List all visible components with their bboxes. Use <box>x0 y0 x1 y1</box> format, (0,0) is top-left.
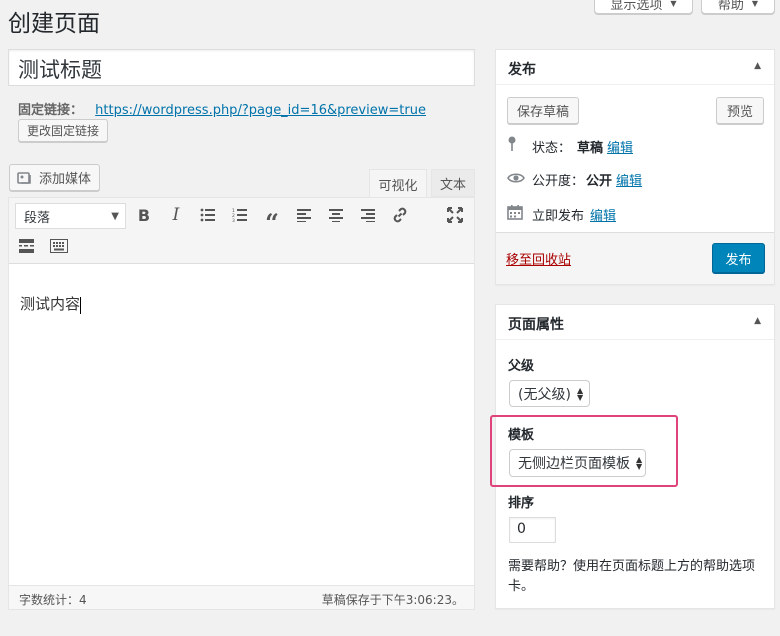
visibility-row: 公开度： 公开 编辑 <box>507 170 642 189</box>
editor-status-bar: 字数统计：4 草稿保存于下午3:06:23。 <box>9 585 474 609</box>
read-more-icon[interactable] <box>18 238 40 254</box>
visibility-label: 公开度： <box>532 174 585 189</box>
permalink-row: 固定链接： https://wordpress.php/?page_id=16&… <box>18 99 426 118</box>
change-permalink-label: 更改固定链接 <box>26 124 99 138</box>
editor-content-text: 测试内容 <box>20 293 82 314</box>
template-select-value: 无侧边栏页面模板 <box>518 456 630 472</box>
template-label: 模板 <box>508 428 535 443</box>
fullscreen-icon[interactable] <box>444 202 466 228</box>
caret-down-icon: ▼ <box>111 210 119 222</box>
page-attributes-title: 页面属性 <box>508 317 564 333</box>
collapse-arrow-icon[interactable]: ▲ <box>754 316 761 326</box>
edit-status-link[interactable]: 编辑 <box>607 137 633 156</box>
change-permalink-button[interactable]: 更改固定链接 <box>18 119 108 142</box>
tab-visual[interactable]: 可视化 <box>369 169 427 198</box>
page-attributes-header[interactable]: 页面属性 ▲ <box>496 305 774 340</box>
add-media-label: 添加媒体 <box>39 172 92 187</box>
edit-schedule-link[interactable]: 编辑 <box>590 205 616 224</box>
edit-visibility-link[interactable]: 编辑 <box>616 170 642 189</box>
align-center-icon[interactable] <box>325 202 347 228</box>
screen-options-label: 显示选项 <box>610 0 663 13</box>
media-icon <box>17 170 33 186</box>
align-left-icon[interactable] <box>293 202 315 228</box>
numbered-list-icon[interactable]: 123 <box>229 202 251 228</box>
content-text: 测试内容 <box>20 295 81 313</box>
status-label: 状态： <box>532 140 572 156</box>
schedule-row: 立即发布 编辑 <box>507 204 616 224</box>
screen-options-button[interactable]: 显示选项 ▼ <box>594 0 693 14</box>
bold-icon[interactable]: B <box>133 202 155 228</box>
italic-icon[interactable]: I <box>165 202 187 228</box>
status-value: 草稿 <box>577 140 604 156</box>
add-media-button[interactable]: 添加媒体 <box>9 164 100 191</box>
word-count: 字数统计：4 <box>19 593 87 607</box>
tab-text[interactable]: 文本 <box>431 169 475 197</box>
preview-button[interactable]: 预览 <box>716 97 764 124</box>
eye-icon <box>507 172 525 188</box>
schedule-label: 立即发布 <box>532 208 585 224</box>
save-draft-button[interactable]: 保存草稿 <box>507 97 579 124</box>
publish-box-header[interactable]: 发布 ▲ <box>496 50 774 85</box>
format-select-value: 段落 <box>24 210 51 226</box>
visibility-value: 公开 <box>586 174 613 189</box>
svg-text:3: 3 <box>232 218 235 222</box>
text-cursor <box>80 296 82 314</box>
permalink-link[interactable]: https://wordpress.php/?page_id=16&previe… <box>95 103 426 118</box>
editor-content[interactable]: 测试内容 <box>9 265 474 585</box>
help-button[interactable]: 帮助 ▼ <box>701 0 775 14</box>
order-label: 排序 <box>508 496 535 511</box>
select-arrows-icon: ▲ ▼ <box>576 385 584 402</box>
select-arrows-icon: ▲ ▼ <box>636 455 643 471</box>
order-input[interactable]: 0 <box>509 517 556 543</box>
calendar-icon <box>507 204 525 224</box>
format-select[interactable]: 段落 ▼ <box>15 203 126 229</box>
parent-label: 父级 <box>508 359 535 374</box>
order-input-value: 0 <box>517 521 526 537</box>
preview-label: 预览 <box>726 105 753 120</box>
publish-button-label: 发布 <box>725 252 752 268</box>
move-to-trash-link[interactable]: 移至回收站 <box>506 249 571 268</box>
post-title-value: 测试标题 <box>18 58 102 82</box>
help-text: 需要帮助？使用在页面标题上方的帮助选项卡。 <box>508 559 756 594</box>
parent-select[interactable]: (无父级) ▲ ▼ <box>509 380 590 407</box>
status-row: 状态： 草稿 编辑 <box>507 136 633 156</box>
bulleted-list-icon[interactable] <box>197 202 219 228</box>
blockquote-icon[interactable]: “ <box>261 202 283 236</box>
post-title-input[interactable]: 测试标题 <box>8 49 475 86</box>
publish-button[interactable]: 发布 <box>712 243 765 273</box>
link-icon[interactable] <box>389 202 411 228</box>
template-select[interactable]: 无侧边栏页面模板 ▲ ▼ <box>509 449 646 477</box>
tab-text-label: 文本 <box>439 177 466 193</box>
caret-down-icon: ▼ <box>670 0 677 8</box>
permalink-label: 固定链接： <box>18 103 84 118</box>
publish-box-title: 发布 <box>508 62 536 78</box>
help-label: 帮助 <box>717 0 744 13</box>
align-right-icon[interactable] <box>357 202 379 228</box>
page-title: 创建页面 <box>8 11 100 37</box>
parent-select-value: (无父级) <box>518 386 571 403</box>
pin-icon <box>507 136 523 156</box>
collapse-arrow-icon[interactable]: ▲ <box>754 61 761 71</box>
caret-down-icon: ▼ <box>751 0 759 8</box>
tab-visual-label: 可视化 <box>378 178 418 194</box>
draft-saved-status: 草稿保存于下午3:06:23。 <box>321 593 464 607</box>
save-draft-label: 保存草稿 <box>516 105 569 120</box>
toolbar-toggle-icon[interactable] <box>50 238 72 254</box>
